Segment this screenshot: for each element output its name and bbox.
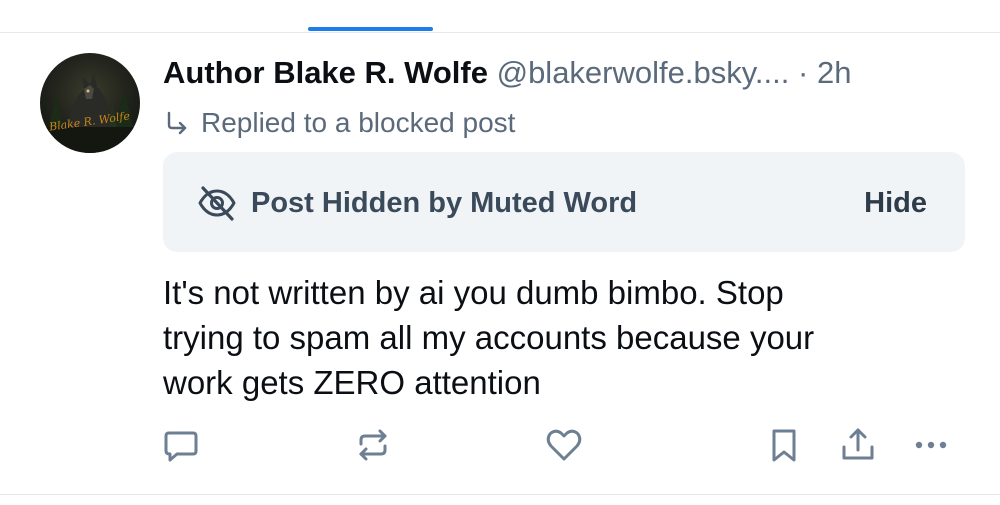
post-view: Blake R. Wolfe Author Blake R. Wolfe @bl… [0,0,1000,505]
author-handle[interactable]: @blakerwolfe.bsky.... [497,55,790,90]
more-options-button[interactable] [911,425,951,465]
avatar[interactable]: Blake R. Wolfe [40,53,140,153]
hidden-post-card: Post Hidden by Muted Word Hide [163,152,965,252]
share-upload-icon [842,428,874,460]
divider-bottom [0,494,1000,495]
heart-icon [546,429,582,461]
divider-top [0,32,1000,33]
post-text-line: trying to spam all my accounts because y… [163,319,815,356]
bookmark-button[interactable] [764,425,804,465]
post-text-line: work gets ZERO attention [163,364,541,401]
reply-status: Replied to a blocked post [163,104,515,142]
like-button[interactable] [544,425,584,465]
post-body: It's not written by ai you dumb bimbo. S… [163,270,953,405]
header-separator: · [798,55,809,90]
post-timestamp[interactable]: 2h [817,55,851,90]
eye-slash-icon [198,186,236,221]
ellipsis-icon [915,441,947,449]
reply-arrow-icon [167,111,187,135]
post-header: Author Blake R. Wolfe @blakerwolfe.bsky.… [163,52,978,94]
bookmark-icon [772,429,796,462]
author-name[interactable]: Author Blake R. Wolfe [163,55,488,90]
repost-button[interactable] [353,425,393,465]
post-text-line: It's not written by ai you dumb bimbo. S… [163,274,784,311]
speech-bubble-icon [164,431,198,462]
reply-status-text: Replied to a blocked post [201,107,516,138]
active-tab-indicator [308,27,433,31]
share-button[interactable] [838,425,878,465]
hide-button[interactable]: Hide [864,182,927,224]
repost-arrows-icon [359,429,387,461]
hidden-notice-label: Post Hidden by Muted Word [251,187,638,219]
reply-button[interactable] [161,425,201,465]
wolf-logo-icon: Blake R. Wolfe [40,73,140,153]
